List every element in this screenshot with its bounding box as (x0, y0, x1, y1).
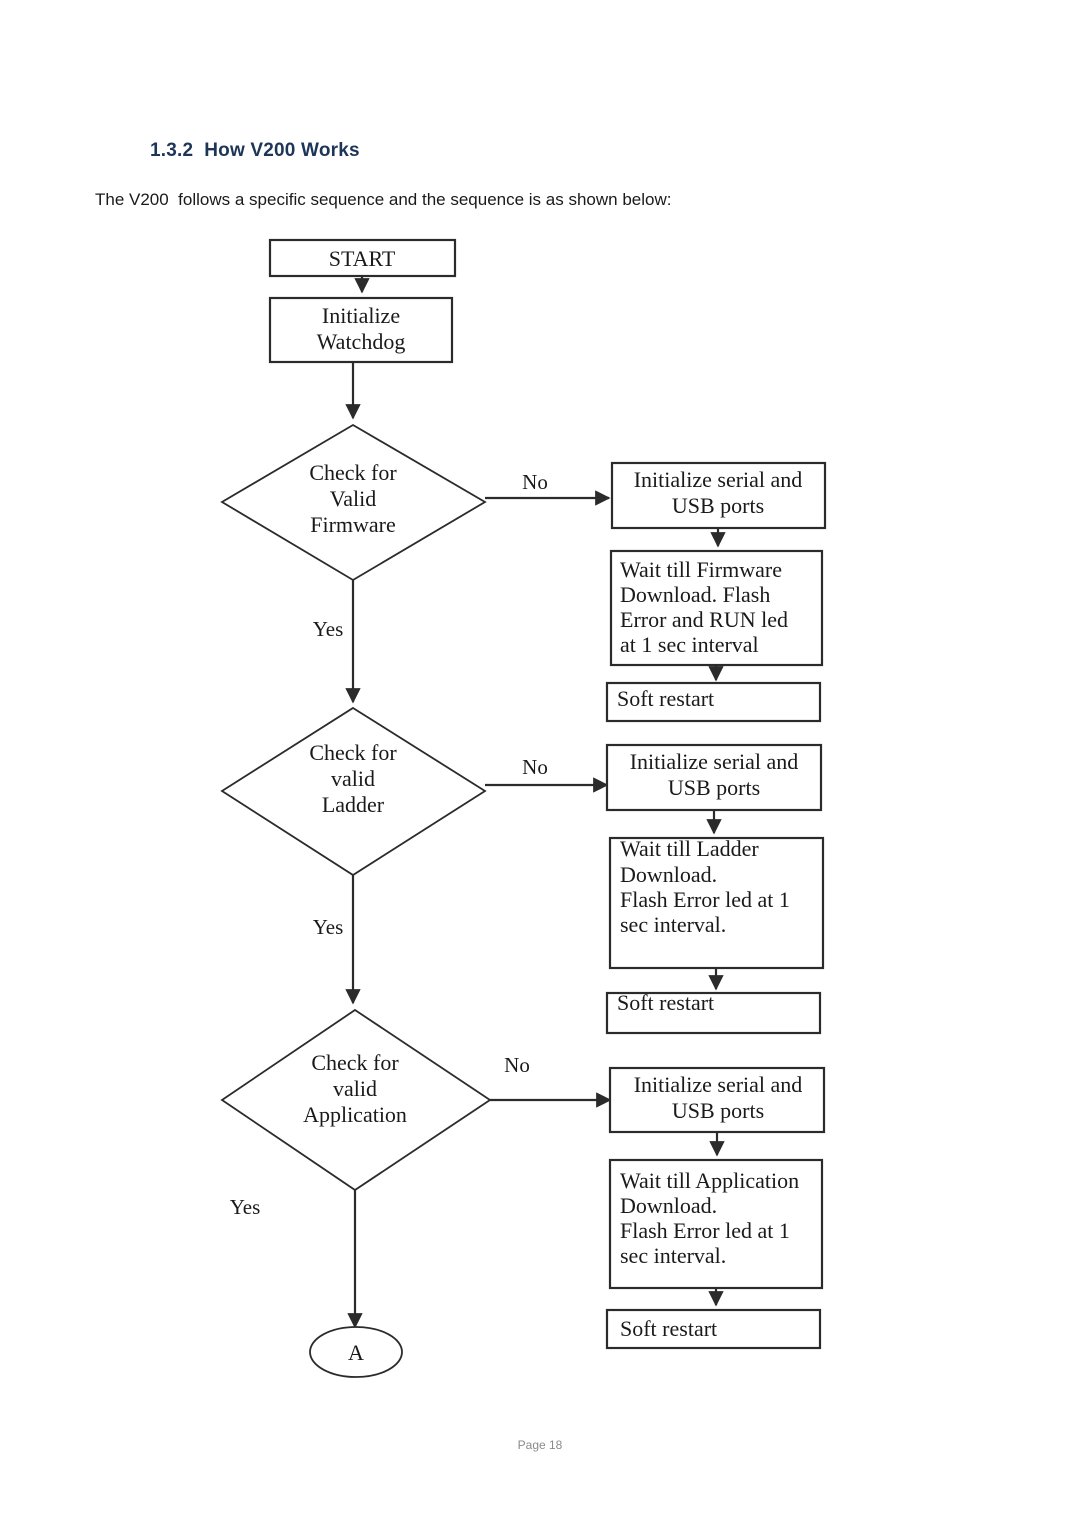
node-wait-firmware-line4: at 1 sec interval (620, 632, 759, 657)
node-soft-restart-1-label: Soft restart (617, 686, 714, 711)
node-initialize-watchdog-line2: Watchdog (317, 329, 406, 354)
node-wait-ladder-line2: Download. (620, 862, 717, 887)
node-wait-app-line1: Wait till Application (620, 1168, 799, 1193)
node-init-ports-1-line1: Initialize serial and (634, 467, 803, 492)
node-decision1-line1: Check for (309, 460, 397, 485)
node-wait-app-line3: Flash Error led at 1 (620, 1218, 790, 1243)
node-init-ports-2-line1: Initialize serial and (630, 749, 799, 774)
edge-label-yes-3: Yes (230, 1195, 261, 1219)
flowchart-diagram: START Initialize Watchdog Check for Vali… (220, 238, 827, 1378)
node-decision3-line3: Application (303, 1102, 407, 1127)
node-init-ports-2-line2: USB ports (668, 775, 760, 800)
node-init-ports-3-line1: Initialize serial and (634, 1072, 803, 1097)
node-soft-restart-3-label: Soft restart (620, 1316, 717, 1341)
node-decision3-line2: valid (333, 1076, 377, 1101)
edge-label-yes-2: Yes (313, 915, 344, 939)
node-start-label: START (329, 246, 396, 271)
node-decision2-line1: Check for (309, 740, 397, 765)
node-wait-ladder-line1: Wait till Ladder (620, 836, 759, 861)
node-initialize-watchdog-line1: Initialize (322, 303, 400, 328)
edge-label-no-3: No (504, 1053, 530, 1077)
node-wait-firmware-line2: Download. Flash (620, 582, 770, 607)
node-init-ports-3-line2: USB ports (672, 1098, 764, 1123)
node-decision2-line3: Ladder (322, 792, 385, 817)
node-decision3-line1: Check for (311, 1050, 399, 1075)
node-wait-ladder-line4: sec interval. (620, 912, 726, 937)
node-soft-restart-2-label: Soft restart (617, 990, 714, 1015)
page-footer: Page 18 (517, 1438, 563, 1452)
edge-label-no-2: No (522, 755, 548, 779)
node-wait-ladder-line3: Flash Error led at 1 (620, 887, 790, 912)
node-decision1-line2: Valid (330, 486, 376, 511)
node-wait-app-line2: Download. (620, 1193, 717, 1218)
edge-label-no-1: No (522, 470, 548, 494)
node-connector-a-label: A (348, 1340, 364, 1365)
node-wait-firmware-line3: Error and RUN led (620, 607, 788, 632)
node-decision1-line3: Firmware (310, 512, 396, 537)
node-init-ports-1-line2: USB ports (672, 493, 764, 518)
node-decision2-line2: valid (331, 766, 375, 791)
edge-label-yes-1: Yes (313, 617, 344, 641)
node-wait-app-line4: sec interval. (620, 1243, 726, 1268)
node-wait-firmware-line1: Wait till Firmware (620, 557, 782, 582)
document-page: 1.3.2 How V200 Works The V200 follows a … (0, 0, 1080, 1525)
